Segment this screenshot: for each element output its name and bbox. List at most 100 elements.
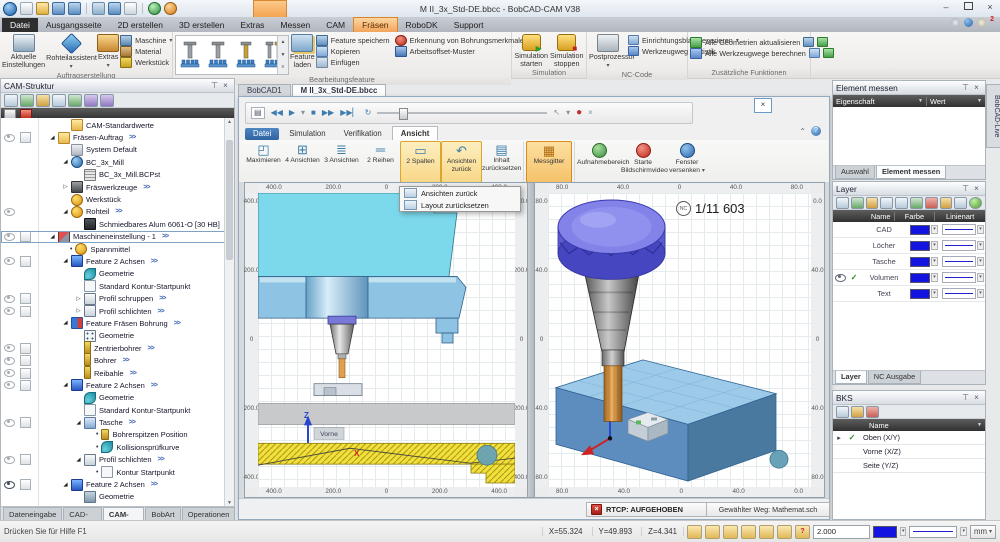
iso-view-pane[interactable]: 80.040.0040.080.0 80.040.0040.00.0 80.04… xyxy=(534,182,825,498)
color-swatch[interactable] xyxy=(910,241,930,251)
cam-toolbar-icon-7[interactable] xyxy=(100,94,114,107)
dropdown-arrow-icon[interactable]: ▾ xyxy=(977,289,984,298)
dropdown-arrow-icon[interactable]: ▾ xyxy=(977,241,984,250)
tree-item[interactable]: System Default xyxy=(1,144,225,156)
linestyle-sample[interactable] xyxy=(942,256,976,267)
tree-item[interactable]: ◢BC_3x_Mill xyxy=(1,156,225,168)
new-file-icon[interactable] xyxy=(20,2,33,15)
check-icon[interactable]: ✓ xyxy=(851,273,858,282)
printer-icon[interactable] xyxy=(777,525,792,539)
context-help-icon[interactable]: ? xyxy=(795,525,810,539)
layer-row[interactable]: CAD▾▾ xyxy=(833,222,985,238)
tree-item[interactable]: ◢Profil schlichten>> xyxy=(1,454,225,466)
column-name[interactable]: Name ▼ xyxy=(866,421,985,430)
tree-item[interactable]: ▷Profil schruppen>> xyxy=(1,292,225,304)
compute-checkbox-icon[interactable] xyxy=(20,380,31,391)
tree-item[interactable]: ◢Feature 2 Achsen>> xyxy=(1,379,225,391)
material-button[interactable]: Material xyxy=(120,46,172,56)
layer-toolbar-icon-7[interactable] xyxy=(925,197,938,209)
compute-checkbox-icon[interactable] xyxy=(20,132,31,143)
postprozessor-button[interactable]: Postprozessor ▾ xyxy=(589,33,627,70)
expander-icon[interactable]: ◢ xyxy=(61,159,70,165)
dropdown-arrow-icon[interactable]: ▾ xyxy=(931,289,938,298)
tab-bobart[interactable]: BobArt xyxy=(145,507,180,521)
tree-item[interactable]: Zentrierbohrer>> xyxy=(1,342,225,354)
tab-ausgangsseite[interactable]: Ausgangsseite xyxy=(38,18,110,32)
viewer-tab-datei[interactable]: Datei xyxy=(245,128,279,140)
compute-checkbox-icon[interactable] xyxy=(20,293,31,304)
dropdown-arrow-icon[interactable]: ▾ xyxy=(931,241,938,250)
viewer-tab-verifikation[interactable]: Verifikation xyxy=(336,127,390,140)
bohrungserkennung-button[interactable]: Erkennung von Bohrungsmerkmalen xyxy=(395,35,528,45)
close-icon[interactable]: × xyxy=(971,83,982,92)
jump-link[interactable]: >> xyxy=(151,481,157,488)
pointer-dropdown-icon[interactable]: ▾ xyxy=(566,109,570,117)
front-view-canvas[interactable]: Z X Vorne xyxy=(258,193,515,487)
tool-preset-3-icon[interactable] xyxy=(234,41,258,69)
linestyle-sample[interactable] xyxy=(942,224,976,235)
jump-link[interactable]: >> xyxy=(130,370,136,377)
tab-cam-struktur[interactable]: CAM-Struktur xyxy=(103,507,145,521)
eye-icon[interactable] xyxy=(4,381,15,389)
cam-toolbar-icon-4[interactable] xyxy=(52,94,66,107)
compute-checkbox-icon[interactable] xyxy=(20,306,31,317)
bildschirmvideo-button[interactable]: Starte Bildschirmvideo xyxy=(621,141,665,183)
cam-toolbar-icon-3[interactable] xyxy=(36,94,50,107)
cam-toolbar-icon-6[interactable] xyxy=(84,94,98,107)
tab-cad-struktur[interactable]: CAD-Struktur xyxy=(63,507,102,521)
messgitter-button[interactable]: ▦ Messgitter xyxy=(526,141,572,183)
tree-item[interactable]: •Kollisionsprüfkurve xyxy=(1,441,225,453)
redo-icon[interactable] xyxy=(124,2,137,15)
eye-icon[interactable] xyxy=(4,357,15,365)
skip-to-end-button[interactable]: ▶▶▏ xyxy=(340,109,358,117)
close-icon[interactable]: × xyxy=(220,81,231,90)
jump-link[interactable]: >> xyxy=(151,382,157,389)
simulation-stoppen-button[interactable]: Simulation stoppen xyxy=(550,33,585,68)
feature-gallery[interactable]: ▲ ▼ ≡ xyxy=(175,35,289,75)
color-swatch[interactable] xyxy=(910,289,930,299)
tree-item[interactable]: ◢Feature Fräsen Bohrung>> xyxy=(1,317,225,329)
expander-icon[interactable]: ▷ xyxy=(61,184,70,190)
feature-speichern-button[interactable]: Feature speichern xyxy=(316,35,390,45)
layer-toolbar-icon-6[interactable] xyxy=(910,197,923,209)
tab-fraesen[interactable]: Fräsen xyxy=(353,17,397,32)
layer-row[interactable]: Löcher▾▾ xyxy=(833,238,985,254)
column-farbe[interactable]: Farbe xyxy=(895,212,936,221)
kopieren-button[interactable]: Kopieren xyxy=(316,46,390,56)
scroll-up-icon[interactable]: ▲ xyxy=(225,119,234,125)
line-width-field[interactable]: 2.000 xyxy=(813,525,870,539)
compute-checkbox-icon[interactable] xyxy=(20,368,31,379)
eye-icon[interactable] xyxy=(4,295,15,303)
linestyle-sample[interactable] xyxy=(942,272,976,283)
tree-item[interactable]: Bohrer>> xyxy=(1,354,225,366)
layer-toolbar-icon-2[interactable] xyxy=(851,197,864,209)
tab-2d-erstellen[interactable]: 2D erstellen xyxy=(110,18,171,32)
layer-toolbar-icon-4[interactable] xyxy=(880,197,893,209)
tab-dateneingabe[interactable]: Dateneingabe xyxy=(3,507,62,521)
undo-icon[interactable] xyxy=(108,2,121,15)
open-file-icon[interactable] xyxy=(36,2,49,15)
close-view-button[interactable]: × xyxy=(754,98,772,113)
close-icon[interactable]: × xyxy=(971,184,982,193)
linestyle-dropdown[interactable] xyxy=(909,526,957,538)
front-view-pane[interactable]: 400.0200.00200.0400.0 400.0200.00200.040… xyxy=(244,182,529,498)
pin-icon[interactable]: ⊤ xyxy=(960,184,971,193)
filter-icon[interactable]: ▼ xyxy=(977,422,982,428)
refresh-icon[interactable] xyxy=(148,2,161,15)
account-mini-icon[interactable] xyxy=(964,18,973,27)
tree-scrollbar[interactable]: ▲ ▼ xyxy=(224,118,234,507)
tree-item[interactable]: ◢Fräsen-Auftrag>> xyxy=(1,131,225,143)
close-icon[interactable]: × xyxy=(971,393,982,402)
jump-link[interactable]: >> xyxy=(158,456,164,463)
layer-toolbar-icon-8[interactable] xyxy=(940,197,953,209)
tree-item[interactable]: ◢Maschineneinstellung - 1>> xyxy=(1,231,225,243)
tab-nc-ausgabe[interactable]: NC Ausgabe xyxy=(868,371,922,384)
ansichten-zurueck-button[interactable]: ↶ Ansichten zurück xyxy=(441,141,482,183)
jump-link[interactable]: >> xyxy=(129,134,135,141)
tree-item[interactable]: Geometrie xyxy=(1,392,225,404)
dropdown-arrow-icon[interactable]: ▾ xyxy=(931,257,938,266)
linestyle-dropdown-icon[interactable]: ▾ xyxy=(960,527,967,536)
viewer-tab-ansicht[interactable]: Ansicht xyxy=(392,126,439,140)
tab-datei[interactable]: Datei xyxy=(2,18,38,32)
gallery-more-icon[interactable]: ≡ xyxy=(278,61,288,74)
